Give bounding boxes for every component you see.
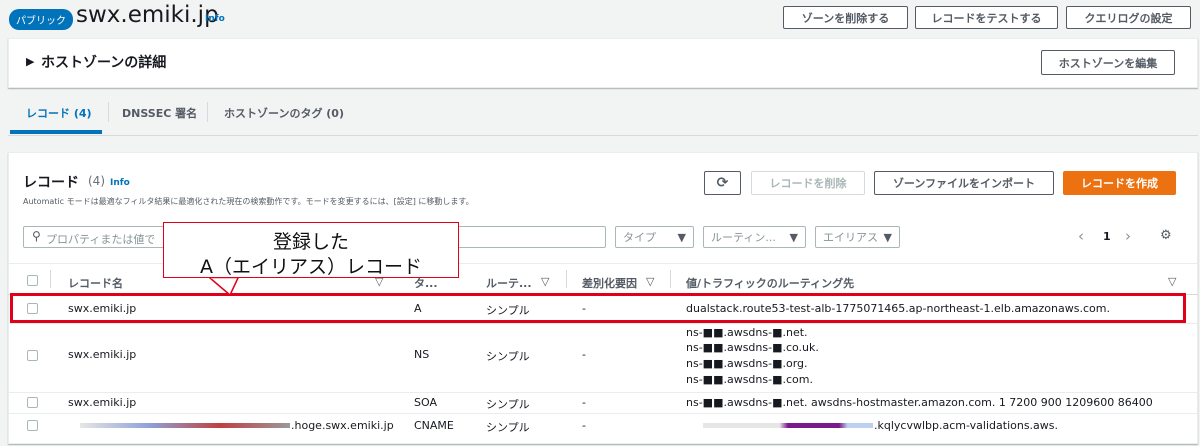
annotation-callout: 登録した A（エイリアス）レコード xyxy=(163,222,459,278)
annotation-line2: A（エイリアス）レコード xyxy=(200,256,422,278)
annotation-line1: 登録した xyxy=(272,231,349,253)
